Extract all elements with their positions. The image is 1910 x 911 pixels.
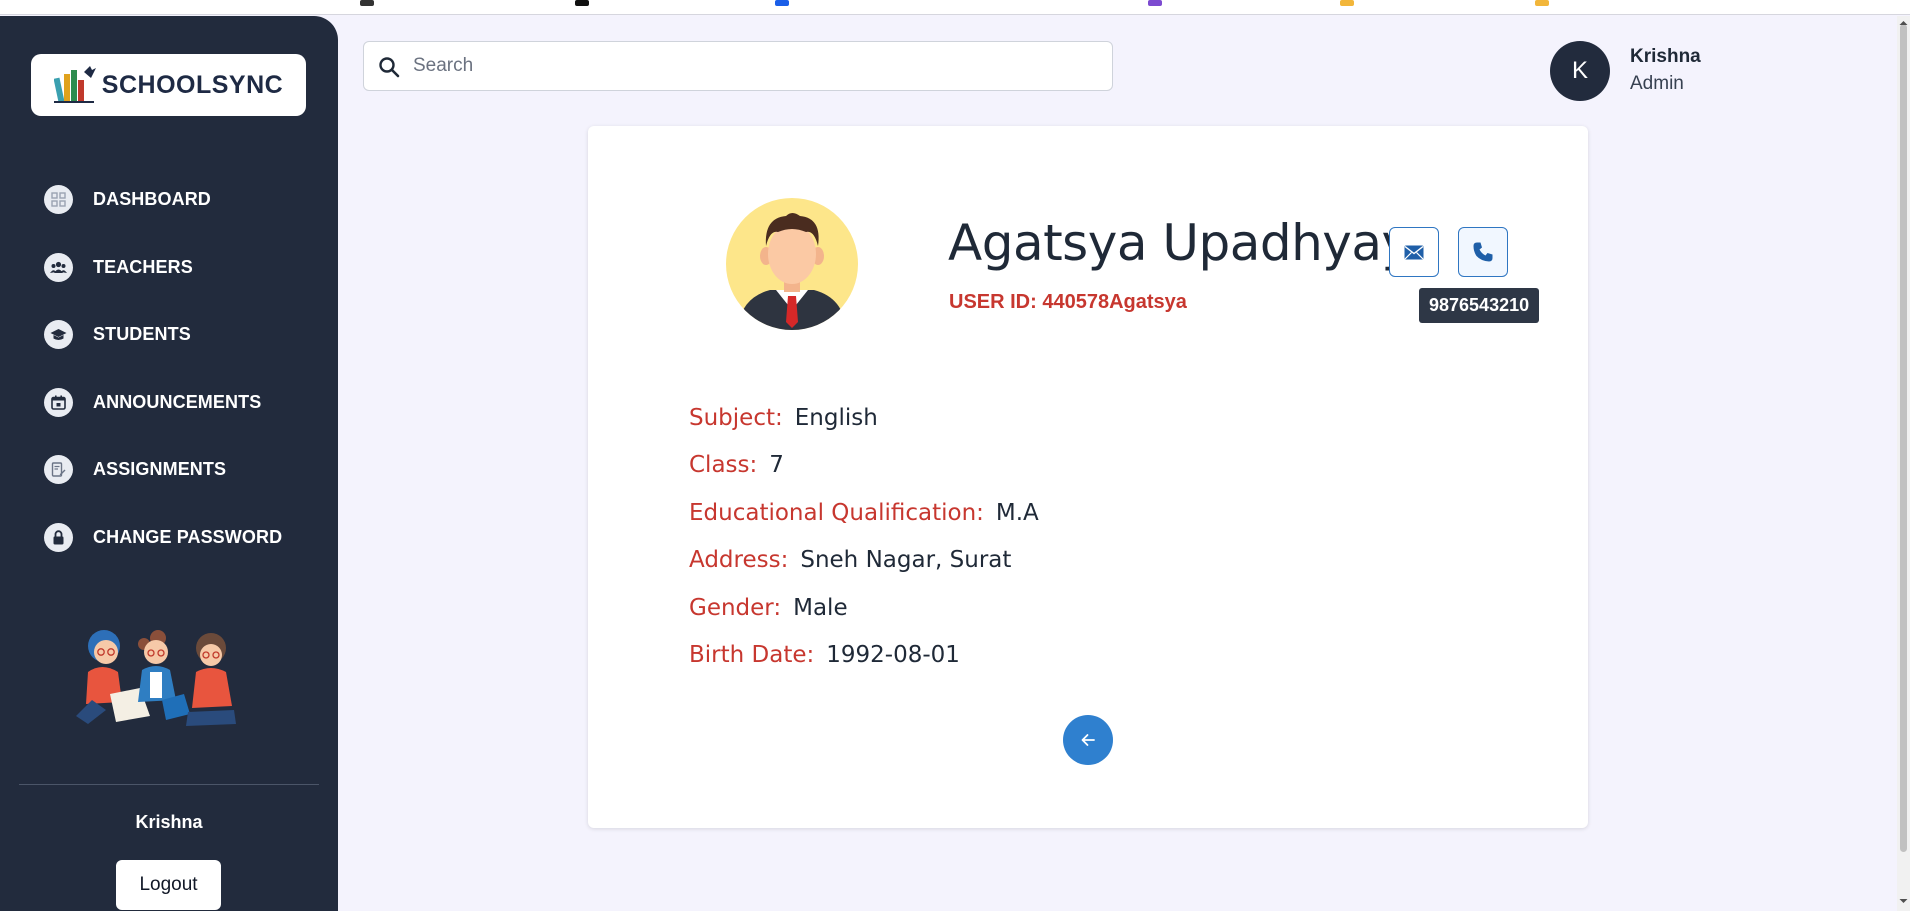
header-user-name: Krishna (1630, 46, 1701, 67)
search-bar (363, 41, 1113, 91)
edit-document-icon (44, 455, 73, 485)
sidebar: SCHOOLSYNC DASHBOARD TEACHERS STUDENTS A… (0, 16, 338, 911)
detail-row-gender: Gender: Male (689, 584, 1039, 632)
phone-number-tooltip: 9876543210 (1419, 288, 1540, 323)
detail-label: Gender: (689, 594, 782, 621)
detail-row-subject: Subject: English (689, 394, 1039, 442)
sidebar-nav: DASHBOARD TEACHERS STUDENTS ANNOUNCEMENT… (0, 166, 338, 571)
sidebar-item-label: ANNOUNCEMENTS (93, 391, 262, 412)
detail-label: Subject: (689, 404, 783, 431)
logout-button[interactable]: Logout (116, 860, 221, 910)
sidebar-item-announcements[interactable]: ANNOUNCEMENTS (0, 369, 338, 437)
sidebar-item-assignments[interactable]: ASSIGNMENTS (0, 436, 338, 504)
detail-value: 7 (769, 452, 784, 479)
search-input[interactable] (413, 46, 1093, 86)
app-logo[interactable]: SCHOOLSYNC (31, 54, 306, 116)
detail-label: Birth Date: (689, 642, 815, 669)
detail-value: M.A (995, 499, 1039, 526)
teacher-profile-card: Agatsya Upadhyay USER ID: 440578Agatsya … (588, 126, 1588, 828)
books-logo-icon (53, 66, 96, 103)
phone-icon (1473, 242, 1493, 262)
profile-details: Subject: English Class: 7 Educational Qu… (689, 394, 1039, 679)
sidebar-item-label: DASHBOARD (93, 189, 211, 210)
sidebar-item-label: STUDENTS (93, 324, 191, 345)
detail-row-qualification: Educational Qualification: M.A (689, 489, 1039, 537)
mail-icon (1404, 245, 1424, 259)
search-icon (379, 57, 400, 78)
detail-label: Educational Qualification: (689, 499, 984, 526)
detail-label: Address: (689, 547, 789, 574)
detail-row-birth-date: Birth Date: 1992-08-01 (689, 632, 1039, 680)
lock-icon (44, 522, 73, 552)
detail-value: Male (793, 594, 848, 621)
sidebar-item-label: ASSIGNMENTS (93, 459, 227, 480)
sidebar-item-label: CHANGE PASSWORD (93, 526, 283, 547)
back-button[interactable] (1063, 715, 1113, 765)
scrollbar-thumb[interactable] (1900, 24, 1907, 852)
dashboard-icon (44, 185, 73, 215)
logo-text: SCHOOLSYNC (101, 70, 284, 99)
graduation-cap-icon (44, 320, 73, 350)
sidebar-item-change-password[interactable]: CHANGE PASSWORD (0, 504, 338, 572)
kids-illustration (76, 630, 236, 726)
profile-name: Agatsya Upadhyay (948, 214, 1411, 272)
profile-avatar (726, 198, 858, 330)
profile-user-id: USER ID: 440578Agatsya (949, 291, 1187, 313)
scroll-up-arrow-icon[interactable] (1898, 18, 1909, 28)
detail-row-class: Class: 7 (689, 442, 1039, 490)
sidebar-item-students[interactable]: STUDENTS (0, 301, 338, 369)
users-icon (44, 252, 73, 282)
sidebar-item-teachers[interactable]: TEACHERS (0, 234, 338, 302)
user-avatar[interactable]: K (1550, 41, 1610, 101)
calendar-icon (44, 387, 73, 417)
header-user-role: Admin (1630, 73, 1684, 94)
email-button[interactable] (1389, 227, 1439, 277)
detail-row-address: Address: Sneh Nagar, Surat (689, 537, 1039, 585)
sidebar-item-label: TEACHERS (93, 256, 193, 277)
sidebar-user-name: Krishna (135, 812, 203, 832)
browser-bookmark-strip (0, 0, 1910, 15)
detail-value: 1992-08-01 (826, 642, 960, 669)
detail-label: Class: (689, 452, 758, 479)
sidebar-item-dashboard[interactable]: DASHBOARD (0, 166, 338, 234)
detail-value: Sneh Nagar, Surat (800, 547, 1012, 574)
sidebar-divider (19, 784, 319, 785)
detail-value: English (794, 404, 878, 431)
scroll-down-arrow-icon[interactable] (1898, 896, 1909, 906)
phone-button[interactable] (1458, 227, 1508, 277)
arrow-left-icon (1081, 734, 1095, 746)
